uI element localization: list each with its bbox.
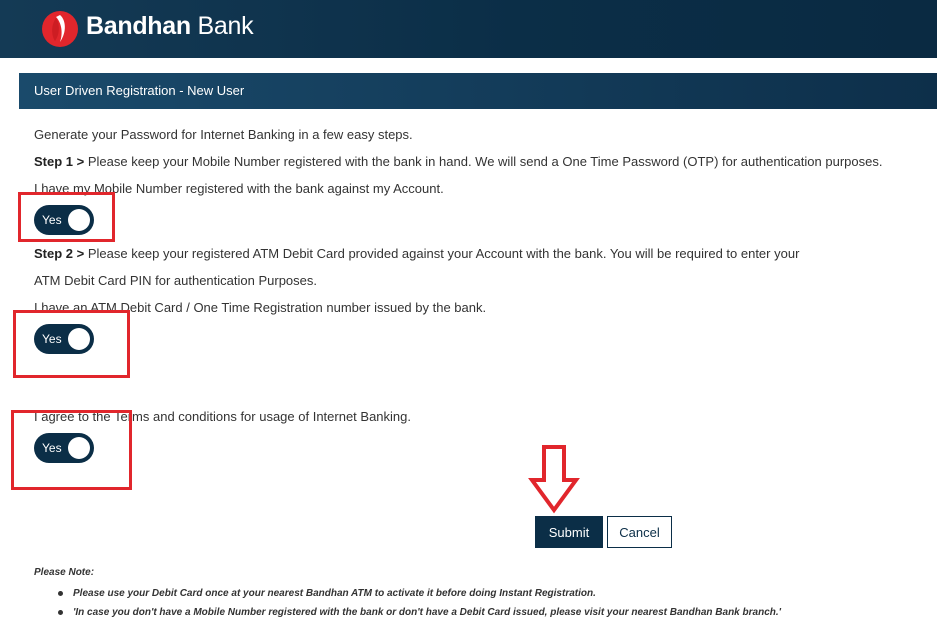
step1-text: Please keep your Mobile Number registere… <box>87 154 883 169</box>
step2-label: Step 2 > <box>34 246 85 261</box>
submit-button[interactable]: Submit <box>535 516 603 548</box>
cancel-button[interactable]: Cancel <box>607 516 672 548</box>
step2-text-line2: ATM Debit Card PIN for authentication Pu… <box>34 273 317 288</box>
brand-name-light: Bank <box>197 12 254 40</box>
highlight-box <box>13 310 130 378</box>
highlight-box <box>11 410 132 490</box>
brand-name: Bandhan Bank <box>86 12 254 41</box>
step1-instruction: Step 1 > Please keep your Mobile Number … <box>34 154 882 169</box>
list-item: Please use your Debit Card once at your … <box>58 587 781 606</box>
step1-label: Step 1 > <box>34 154 85 169</box>
notes-list: Please use your Debit Card once at your … <box>58 587 781 625</box>
down-arrow-icon <box>528 445 580 514</box>
step2-text-line1: Please keep your registered ATM Debit Ca… <box>87 246 800 261</box>
list-item: 'In case you don't have a Mobile Number … <box>58 606 781 625</box>
highlight-box <box>18 192 115 242</box>
note-title: Please Note: <box>34 567 95 578</box>
section-title: User Driven Registration - New User <box>19 73 937 109</box>
intro-text: Generate your Password for Internet Bank… <box>34 127 413 142</box>
bandhan-logo-icon <box>42 11 78 47</box>
step2-instruction: Step 2 > Please keep your registered ATM… <box>34 246 799 261</box>
brand-name-bold: Bandhan <box>86 12 191 40</box>
top-bar: Bandhan Bank <box>0 0 937 58</box>
